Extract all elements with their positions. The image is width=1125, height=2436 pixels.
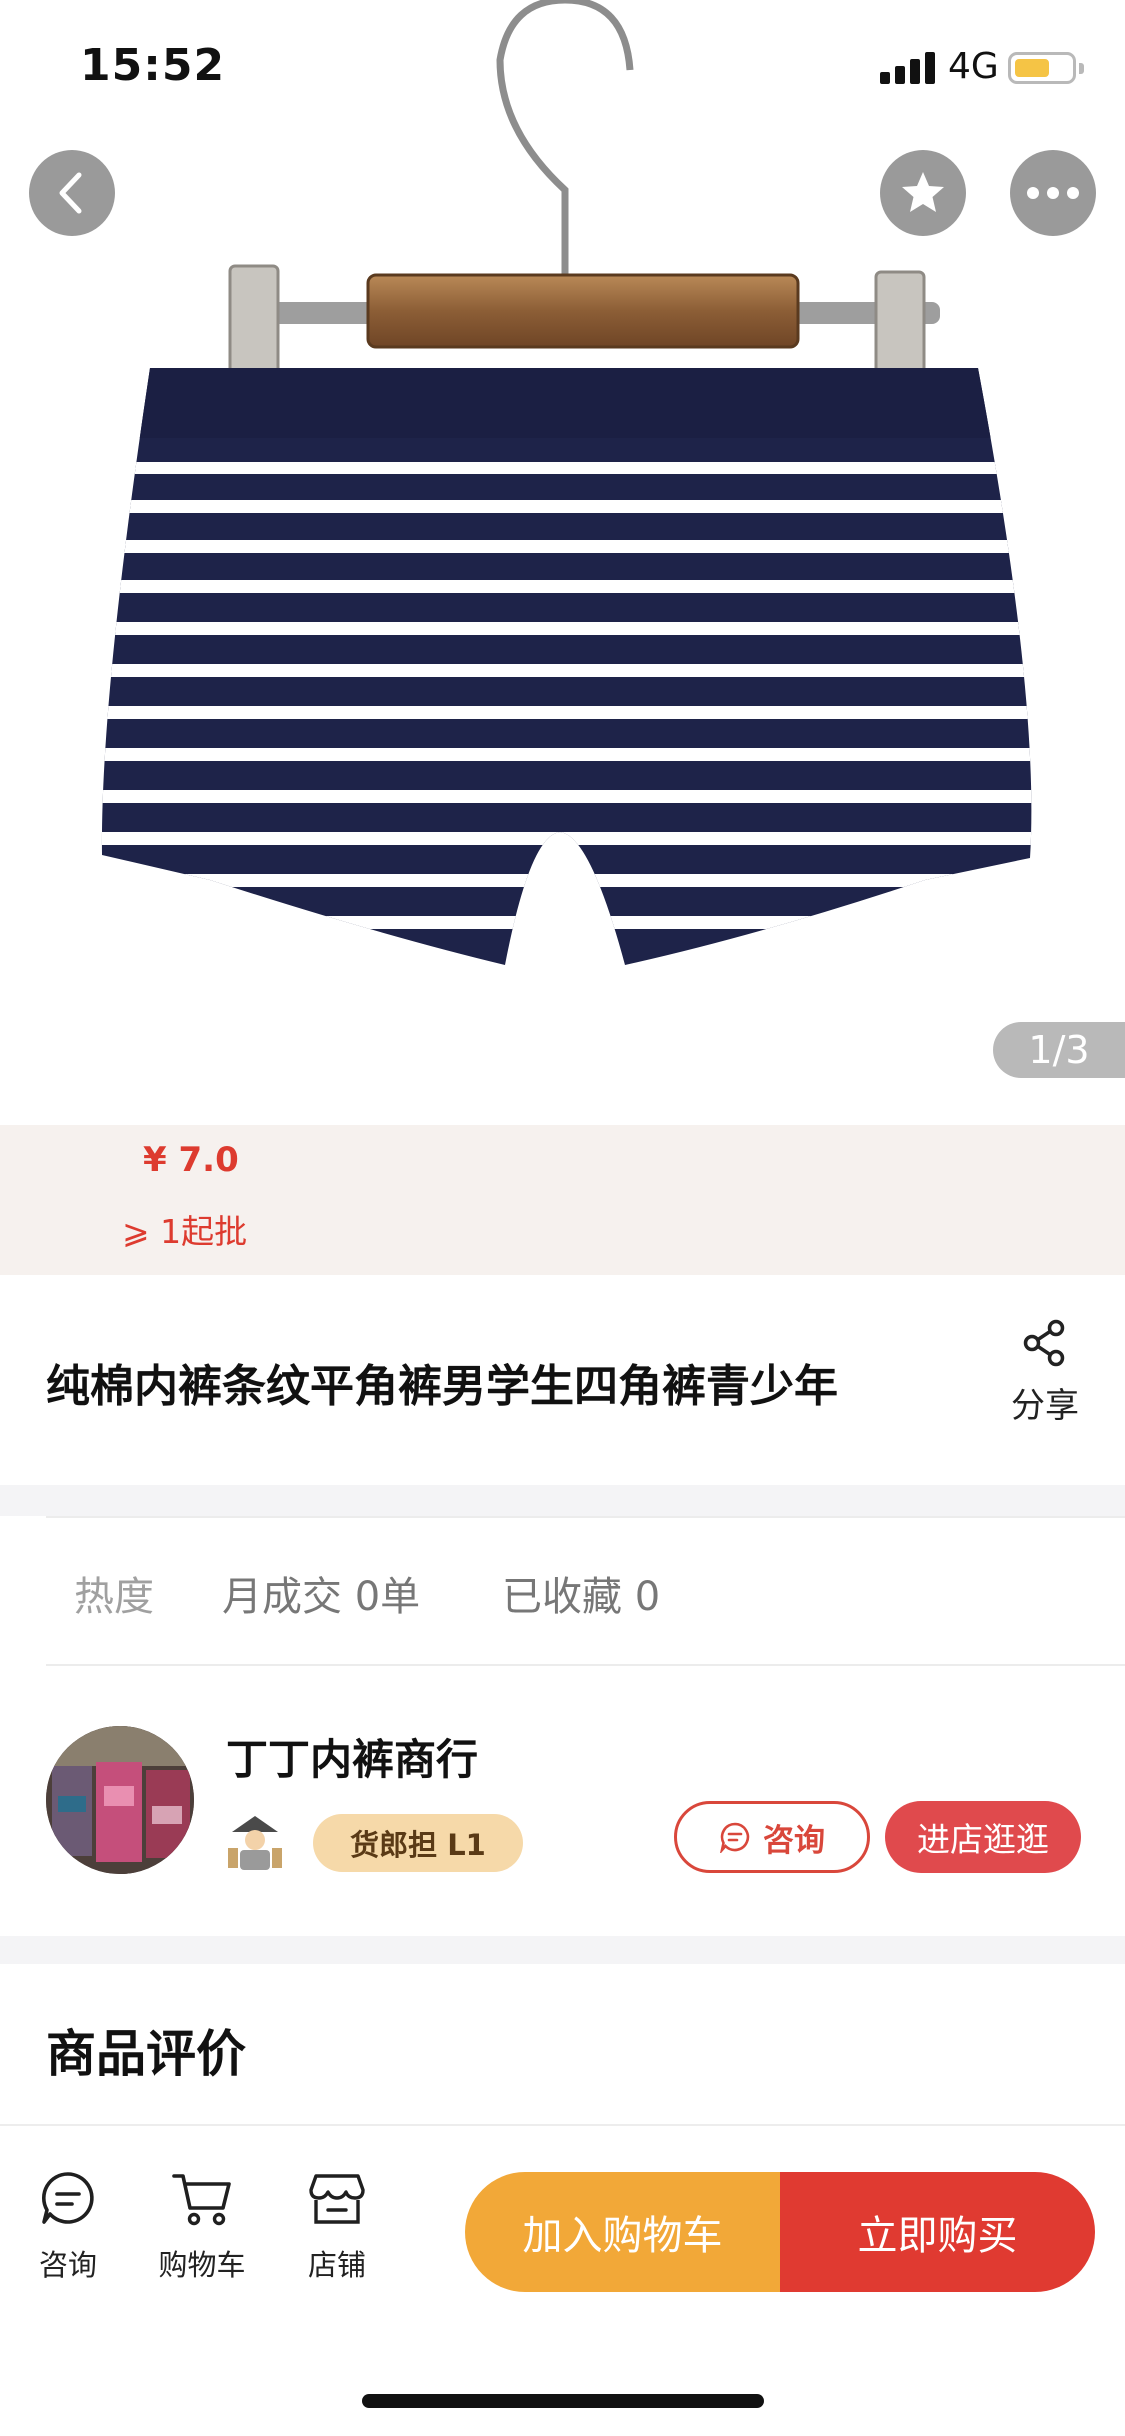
visit-shop-button[interactable]: 进店逛逛 [885,1801,1081,1873]
status-bar: 15:52 4G [0,0,1125,135]
star-icon [902,172,944,212]
chat-icon [720,1822,750,1853]
cart-icon [172,2174,231,2226]
share-label: 分享 [1011,1386,1079,1426]
divider [46,1516,1125,1518]
shop-avatar[interactable] [46,1726,194,1874]
more-dots-icon [1027,187,1079,199]
buy-now-button[interactable]: 立即购买 [780,2172,1095,2292]
shop-card: 丁丁内裤商行 货郎担 L1 咨询 进店逛逛 [0,1666,1125,1936]
reviews-title: 商品评价 [46,2025,246,2083]
image-pager: 1/3 [993,1022,1125,1078]
add-to-cart-button[interactable]: 加入购物车 [465,2172,780,2292]
reviews-section[interactable]: 商品评价 [0,1964,1125,2124]
favorite-button[interactable] [880,150,966,236]
bottom-action-bar: 咨询 购物车 店铺 加入购物车 立即购买 [0,2124,1125,2436]
price-value: ¥ 7.0 [143,1140,239,1180]
section-divider [0,1936,1125,1964]
tab-store-label: 店铺 [307,2248,366,2282]
network-label: 4G [948,46,999,87]
chevron-left-icon [59,172,82,214]
tab-store[interactable]: 店铺 [277,2170,397,2284]
seller-level-icon [228,1816,282,1870]
shop-name[interactable]: 丁丁内裤商行 [226,1726,478,1787]
shop-avatar-image [46,1726,194,1874]
shop-consult-label: 咨询 [763,1822,825,1859]
status-time: 15:52 [80,40,226,91]
tab-cart-label: 购物车 [158,2248,246,2282]
home-indicator [362,2394,764,2408]
tab-cart[interactable]: 购物车 [142,2170,262,2284]
share-icon [1023,1319,1065,1367]
favorite-count: 已收藏 0 [502,1574,661,1620]
tab-consult[interactable]: 咨询 [8,2170,128,2284]
min-order-quantity: ⩾ 1起批 [122,1212,248,1251]
heat-label: 热度 [74,1574,154,1620]
section-divider [0,1485,1125,1516]
battery-icon [1008,52,1084,84]
signal-icon [880,52,936,84]
monthly-deals: 月成交 0单 [222,1574,421,1620]
tab-consult-label: 咨询 [38,2248,97,2282]
more-button[interactable] [1010,150,1096,236]
product-title: 纯棉内裤条纹平角裤男学生四角裤青少年 [46,1361,838,1412]
share-button[interactable]: 分享 [1000,1318,1090,1427]
back-button[interactable] [29,150,115,236]
seller-level-badge: 货郎担 L1 [313,1814,523,1872]
chat-icon [42,2172,94,2224]
shop-consult-button[interactable]: 咨询 [674,1801,870,1873]
store-icon [309,2174,365,2224]
stats-row: 热度 月成交 0单 已收藏 0 [0,1516,1125,1666]
